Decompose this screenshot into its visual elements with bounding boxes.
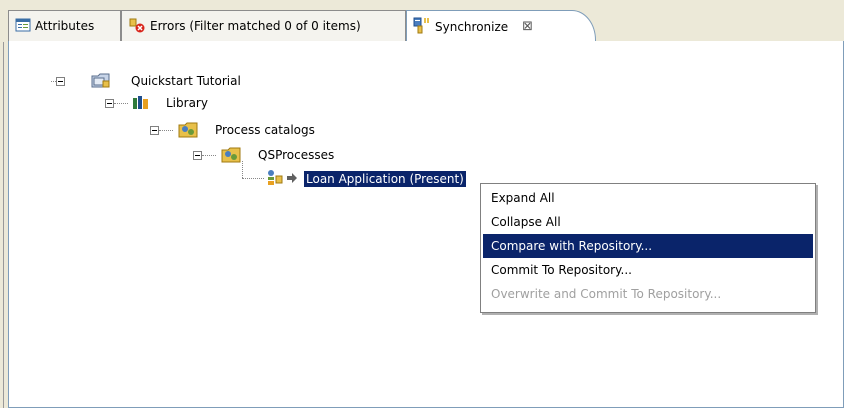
- menu-item-expand-all[interactable]: Expand All: [483, 186, 813, 210]
- tab-errors[interactable]: Errors (Filter matched 0 of 0 items): [121, 10, 406, 41]
- left-gutter: [0, 0, 8, 408]
- tab-attributes-label: Attributes: [35, 19, 95, 33]
- tree-node-label: Loan Application (Present): [303, 170, 467, 188]
- errors-icon: [128, 17, 146, 36]
- process-icon: [266, 169, 284, 190]
- process-catalog-icon: [220, 144, 242, 167]
- tab-attributes[interactable]: Attributes: [8, 10, 121, 41]
- menu-item-compare-with-repository[interactable]: Compare with Repository...: [483, 234, 813, 258]
- left-gutter-line: [3, 42, 4, 408]
- tree-node-process-catalogs[interactable]: Process catalogs: [150, 121, 317, 139]
- context-menu: Expand All Collapse All Compare with Rep…: [480, 183, 816, 313]
- tab-synchronize-label: Synchronize: [435, 19, 509, 34]
- tab-errors-label: Errors (Filter matched 0 of 0 items): [150, 19, 361, 33]
- tree-connector: [242, 178, 264, 179]
- menu-item-overwrite-and-commit: Overwrite and Commit To Repository...: [491, 287, 722, 301]
- project-folder-icon: [91, 71, 111, 92]
- collapse-toggle[interactable]: [150, 125, 159, 135]
- library-icon: [132, 93, 150, 114]
- tree-node-label: QSProcesses: [258, 148, 335, 162]
- close-icon[interactable]: ⊠: [522, 19, 533, 34]
- collapse-toggle[interactable]: [193, 150, 202, 160]
- collapse-toggle[interactable]: [56, 76, 65, 86]
- tree-node-label: Library: [166, 96, 208, 110]
- tab-bar: Attributes Errors (Filter matched 0 of 0…: [0, 0, 844, 42]
- tree-node-label: Process catalogs: [215, 123, 315, 137]
- tree-node-library[interactable]: Library: [105, 94, 210, 112]
- tree-node-qsprocesses[interactable]: QSProcesses: [193, 146, 336, 164]
- menu-item-collapse-all[interactable]: Collapse All: [483, 210, 813, 234]
- outgoing-change-icon: [286, 172, 298, 187]
- tree-node-label: Quickstart Tutorial: [131, 74, 241, 88]
- attributes-icon: [15, 18, 31, 35]
- menu-item-commit-to-repository[interactable]: Commit To Repository...: [483, 258, 813, 282]
- tree-node-quickstart-tutorial[interactable]: Quickstart Tutorial: [56, 72, 243, 90]
- tab-synchronize[interactable]: Synchronize ⊠: [406, 10, 596, 42]
- synchronize-icon: [413, 16, 431, 37]
- collapse-toggle[interactable]: [105, 98, 114, 108]
- tree-node-loan-application[interactable]: Loan Application (Present): [266, 169, 467, 190]
- process-catalog-icon: [177, 119, 199, 142]
